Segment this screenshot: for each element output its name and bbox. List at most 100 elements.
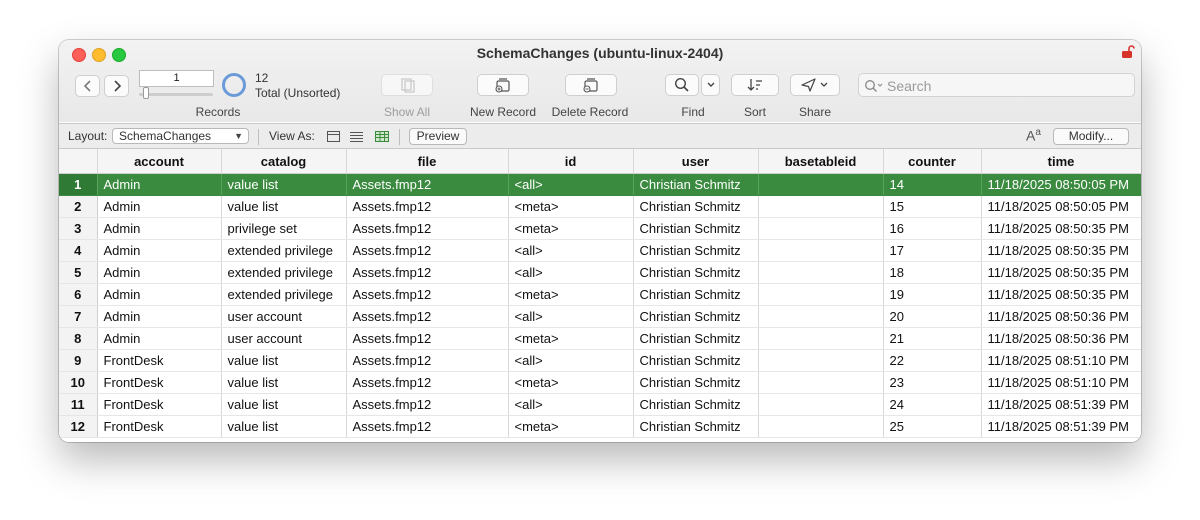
cell-time[interactable]: 11/18/2025 08:50:05 PM xyxy=(981,173,1141,196)
cell-catalog[interactable]: value list xyxy=(221,173,347,196)
cell-user[interactable]: Christian Schmitz xyxy=(633,195,759,218)
cell-account[interactable]: FrontDesk xyxy=(97,393,222,416)
row-number[interactable]: 10 xyxy=(59,371,98,394)
cell-user[interactable]: Christian Schmitz xyxy=(633,217,759,240)
sort-button[interactable] xyxy=(731,74,779,96)
cell-catalog[interactable]: value list xyxy=(221,371,347,394)
cell-catalog[interactable]: value list xyxy=(221,195,347,218)
cell-catalog[interactable]: value list xyxy=(221,415,347,438)
cell-account[interactable]: Admin xyxy=(97,283,222,306)
previous-record-button[interactable] xyxy=(75,75,100,97)
table-row[interactable]: 2 Admin value list Assets.fmp12 <meta> Christ… xyxy=(59,195,1141,218)
cell-account[interactable]: Admin xyxy=(97,261,222,284)
lock-icon[interactable] xyxy=(1121,45,1135,59)
cell-time[interactable]: 11/18/2025 08:50:36 PM xyxy=(981,327,1141,350)
cell-file[interactable]: Assets.fmp12 xyxy=(346,261,509,284)
table-row[interactable]: 7 Admin user account Assets.fmp12 <all> Chris… xyxy=(59,305,1141,328)
cell-catalog[interactable]: extended privilege xyxy=(221,239,347,262)
search-input[interactable]: Search xyxy=(858,73,1135,97)
cell-basetableid[interactable] xyxy=(758,305,884,328)
cell-catalog[interactable]: user account xyxy=(221,305,347,328)
cell-counter[interactable]: 19 xyxy=(883,283,982,306)
cell-file[interactable]: Assets.fmp12 xyxy=(346,217,509,240)
table-row[interactable]: 9 FrontDesk value list Assets.fmp12 <all> Chr… xyxy=(59,349,1141,372)
cell-file[interactable]: Assets.fmp12 xyxy=(346,371,509,394)
cell-counter[interactable]: 18 xyxy=(883,261,982,284)
row-number[interactable]: 5 xyxy=(59,261,98,284)
cell-file[interactable]: Assets.fmp12 xyxy=(346,415,509,438)
cell-basetableid[interactable] xyxy=(758,173,884,196)
cell-counter[interactable]: 20 xyxy=(883,305,982,328)
cell-time[interactable]: 11/18/2025 08:50:05 PM xyxy=(981,195,1141,218)
cell-file[interactable]: Assets.fmp12 xyxy=(346,393,509,416)
cell-file[interactable]: Assets.fmp12 xyxy=(346,283,509,306)
cell-user[interactable]: Christian Schmitz xyxy=(633,173,759,196)
cell-account[interactable]: FrontDesk xyxy=(97,415,222,438)
find-button[interactable] xyxy=(665,74,699,96)
row-number[interactable]: 12 xyxy=(59,415,98,438)
table-row[interactable]: 5 Admin extended privilege Assets.fmp12 <all… xyxy=(59,261,1141,284)
row-number[interactable]: 3 xyxy=(59,217,98,240)
cell-counter[interactable]: 17 xyxy=(883,239,982,262)
table-row[interactable]: 10 FrontDesk value list Assets.fmp12 <meta> C… xyxy=(59,371,1141,394)
cell-counter[interactable]: 16 xyxy=(883,217,982,240)
cell-account[interactable]: Admin xyxy=(97,305,222,328)
modify-button[interactable]: Modify... xyxy=(1053,128,1129,145)
cell-basetableid[interactable] xyxy=(758,239,884,262)
cell-file[interactable]: Assets.fmp12 xyxy=(346,349,509,372)
table-row[interactable]: 4 Admin extended privilege Assets.fmp12 <all… xyxy=(59,239,1141,262)
column-header-id[interactable]: id xyxy=(508,149,634,174)
column-header-basetableid[interactable]: basetableid xyxy=(758,149,884,174)
next-record-button[interactable] xyxy=(104,75,129,97)
cell-user[interactable]: Christian Schmitz xyxy=(633,393,759,416)
delete-record-button[interactable] xyxy=(565,74,617,96)
row-number[interactable]: 11 xyxy=(59,393,98,416)
cell-user[interactable]: Christian Schmitz xyxy=(633,261,759,284)
cell-time[interactable]: 11/18/2025 08:50:35 PM xyxy=(981,217,1141,240)
cell-user[interactable]: Christian Schmitz xyxy=(633,327,759,350)
table-row[interactable]: 3 Admin privilege set Assets.fmp12 <meta> Chr… xyxy=(59,217,1141,240)
row-number[interactable]: 1 xyxy=(59,173,98,196)
cell-account[interactable]: Admin xyxy=(97,195,222,218)
cell-id[interactable]: <all> xyxy=(508,393,634,416)
layout-select[interactable]: SchemaChanges ▼ xyxy=(112,128,249,144)
column-header-user[interactable]: user xyxy=(633,149,759,174)
cell-user[interactable]: Christian Schmitz xyxy=(633,349,759,372)
record-slider-handle[interactable] xyxy=(143,87,149,99)
row-number[interactable]: 8 xyxy=(59,327,98,350)
cell-account[interactable]: FrontDesk xyxy=(97,371,222,394)
cell-catalog[interactable]: extended privilege xyxy=(221,261,347,284)
column-header-time[interactable]: time xyxy=(981,149,1141,174)
cell-user[interactable]: Christian Schmitz xyxy=(633,305,759,328)
font-size-icon[interactable]: Aa xyxy=(1026,127,1041,144)
cell-catalog[interactable]: user account xyxy=(221,327,347,350)
cell-time[interactable]: 11/18/2025 08:51:39 PM xyxy=(981,393,1141,416)
cell-basetableid[interactable] xyxy=(758,261,884,284)
cell-id[interactable]: <all> xyxy=(508,305,634,328)
table-view-icon[interactable] xyxy=(375,131,389,142)
cell-time[interactable]: 11/18/2025 08:50:35 PM xyxy=(981,261,1141,284)
share-button[interactable] xyxy=(790,74,840,96)
cell-time[interactable]: 11/18/2025 08:51:39 PM xyxy=(981,415,1141,438)
cell-counter[interactable]: 22 xyxy=(883,349,982,372)
cell-file[interactable]: Assets.fmp12 xyxy=(346,239,509,262)
column-header-catalog[interactable]: catalog xyxy=(221,149,347,174)
table-row[interactable]: 6 Admin extended privilege Assets.fmp12 <met… xyxy=(59,283,1141,306)
row-number[interactable]: 9 xyxy=(59,349,98,372)
cell-account[interactable]: FrontDesk xyxy=(97,349,222,372)
cell-id[interactable]: <meta> xyxy=(508,415,634,438)
cell-id[interactable]: <meta> xyxy=(508,217,634,240)
cell-counter[interactable]: 25 xyxy=(883,415,982,438)
cell-file[interactable]: Assets.fmp12 xyxy=(346,195,509,218)
cell-counter[interactable]: 15 xyxy=(883,195,982,218)
cell-account[interactable]: Admin xyxy=(97,327,222,350)
cell-counter[interactable]: 23 xyxy=(883,371,982,394)
cell-id[interactable]: <meta> xyxy=(508,371,634,394)
cell-catalog[interactable]: extended privilege xyxy=(221,283,347,306)
cell-counter[interactable]: 21 xyxy=(883,327,982,350)
list-view-icon[interactable] xyxy=(350,131,363,142)
cell-account[interactable]: Admin xyxy=(97,217,222,240)
cell-basetableid[interactable] xyxy=(758,371,884,394)
cell-basetableid[interactable] xyxy=(758,415,884,438)
cell-id[interactable]: <all> xyxy=(508,349,634,372)
